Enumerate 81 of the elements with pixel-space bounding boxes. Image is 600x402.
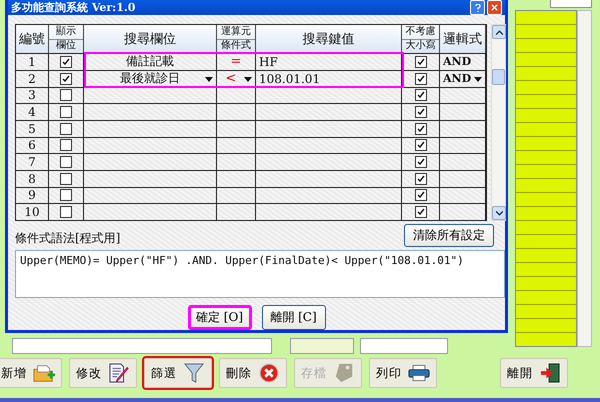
column-header: 邏輯式 [442,30,483,49]
tag-icon [333,363,355,383]
checkbox[interactable] [60,172,72,185]
confirm-button[interactable]: 確定 [O] [188,305,252,330]
printer-icon [408,363,430,383]
table-cell: 備註記載 [126,53,174,70]
delete-icon [258,363,280,383]
column-header: 顯示 [55,25,77,39]
help-button[interactable] [470,0,485,16]
checkbox[interactable] [60,56,72,68]
syntax-label: 條件式語法[程式用] [15,230,120,247]
checkbox[interactable] [414,156,426,168]
checkbox[interactable] [60,72,72,85]
row-number: 5 [28,122,36,136]
toolbar-button[interactable]: 篩選 [144,358,212,388]
checkbox[interactable] [60,206,72,218]
checkbox[interactable] [414,189,426,202]
column-header: 搜尋欄位 [123,30,177,49]
text-field[interactable] [360,338,448,354]
table-cell: 最後就診日 [120,70,180,88]
checkbox[interactable] [414,89,426,102]
close-icon [491,4,498,12]
table-cell: AND [443,55,472,68]
table-cell: HF [259,54,278,69]
row-number: 1 [28,54,36,69]
checkbox[interactable] [414,172,426,185]
text-field[interactable] [12,338,272,354]
checkbox[interactable] [414,122,426,135]
toolbar-button[interactable]: 修改 [69,358,137,388]
text-field[interactable] [290,338,354,354]
toolbar-button[interactable]: 離開 [500,358,568,388]
row-number: 8 [28,172,36,186]
row-number: 9 [28,188,36,202]
checkbox[interactable] [60,189,72,202]
close-button[interactable] [487,0,502,16]
column-header: 運算元 [220,25,252,39]
row-number: 10 [24,205,40,220]
folder-plus-icon [33,363,55,383]
column-header: 編號 [18,30,46,49]
toolbar-button[interactable]: 列印 [369,358,437,388]
document-pencil-icon [108,363,130,383]
column-header: 搜尋鍵值 [302,30,356,49]
exit-door-icon [539,363,561,383]
column-header: 欄位 [49,38,83,54]
checkbox[interactable] [60,139,72,152]
leave-button[interactable]: 離開 [C] [262,305,326,330]
dropdown-arrow-icon[interactable] [244,76,252,82]
table-cell: AND [443,72,472,86]
operator-cell: < [226,71,236,86]
row-number: 2 [28,72,36,86]
checkbox[interactable] [414,72,426,85]
column-header: 條件式 [217,38,255,54]
dropdown-arrow-icon[interactable] [205,76,213,82]
checkbox[interactable] [60,89,72,102]
checkbox[interactable] [414,56,426,68]
column-header: 不考慮 [404,25,436,39]
table-cell: 108.01.01 [259,72,320,86]
text-field[interactable] [550,0,592,8]
operator-cell: = [230,54,242,70]
funnel-icon [183,363,205,383]
dropdown-arrow-icon[interactable] [474,76,482,82]
row-number: 6 [28,138,36,152]
scrollbar[interactable] [577,10,592,347]
checkbox[interactable] [414,206,426,218]
checkbox[interactable] [60,156,72,168]
checkbox[interactable] [414,139,426,152]
syntax-field[interactable]: Upper(MEMO)= Upper("HF") .AND. Upper(FinalDate)< Upper("108.01.01") [15,250,505,298]
question-mark-icon [474,4,480,12]
clear-settings-button[interactable]: 清除所有設定 [404,224,494,247]
toolbar-button[interactable]: 新增 [0,358,62,388]
checkbox[interactable] [414,106,426,118]
toolbar-button[interactable]: 刪除 [219,358,287,388]
row-number: 7 [28,155,36,170]
scroll-thumb[interactable] [492,69,505,86]
row-number: 4 [28,105,36,120]
row-number: 3 [28,88,36,102]
checkbox[interactable] [60,106,72,118]
scrollbar[interactable] [491,24,506,221]
column-header: 大小寫 [402,38,439,54]
window-title: 多功能查詢系統 Ver:1.0 [11,0,136,16]
checkbox[interactable] [60,122,72,135]
